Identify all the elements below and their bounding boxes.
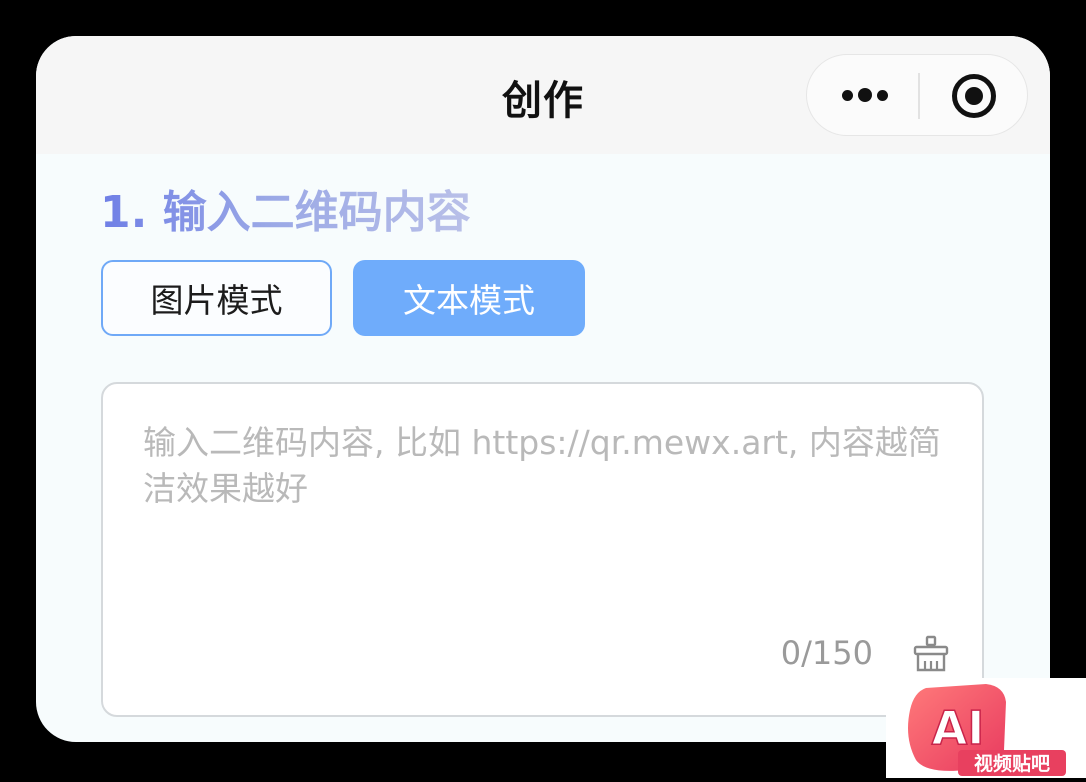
clear-button[interactable] (911, 634, 951, 674)
qr-content-input-box: 0/150 (101, 382, 984, 717)
mini-program-window: 创作 1. 输入二维码内容 图片模式 文本模式 0/150 (36, 36, 1050, 742)
section-title: 1. 输入二维码内容 (100, 176, 471, 240)
character-counter: 0/150 (780, 634, 873, 672)
ai-logo-icon: AI 视频贴吧 (908, 684, 1066, 776)
image-mode-button[interactable]: 图片模式 (101, 260, 332, 336)
text-mode-button[interactable]: 文本模式 (353, 260, 585, 336)
navigation-bar: 创作 (36, 36, 1050, 154)
watermark-logo: AI 视频贴吧 (886, 678, 1086, 778)
close-button[interactable] (920, 55, 1028, 135)
qr-content-textarea[interactable] (143, 420, 943, 620)
more-button[interactable] (807, 55, 917, 135)
svg-text:AI: AI (932, 701, 985, 755)
broom-clear-icon (913, 635, 949, 672)
svg-text:视频贴吧: 视频贴吧 (974, 752, 1050, 775)
menu-capsule (806, 54, 1028, 136)
